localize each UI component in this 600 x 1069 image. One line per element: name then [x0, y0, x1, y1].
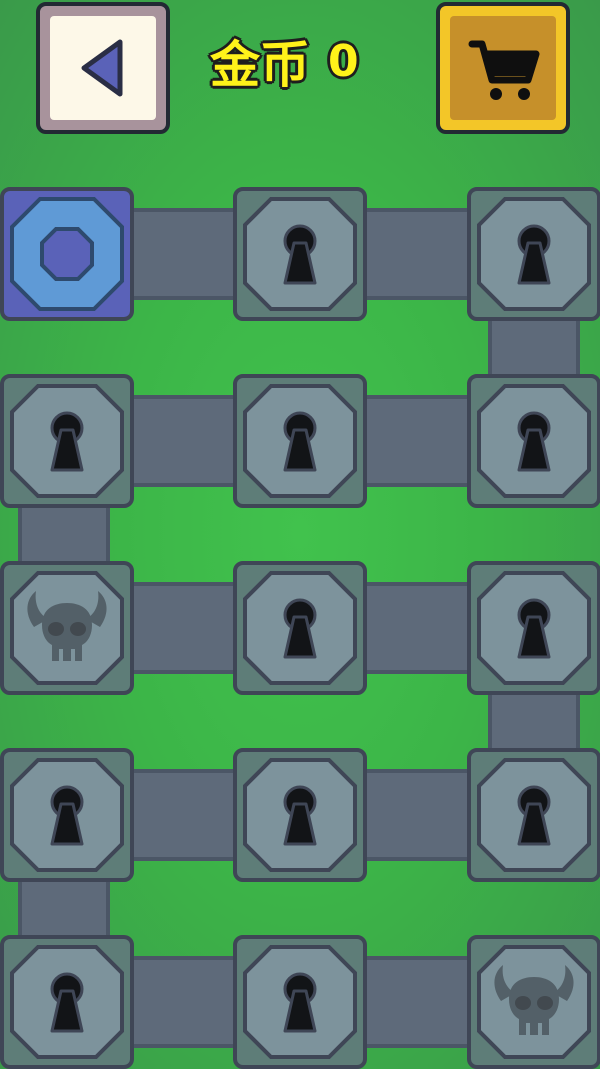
coin-value: 0 [328, 35, 359, 87]
path-segment [128, 395, 238, 487]
level-tile-boss[interactable] [467, 935, 600, 1069]
path-segment [362, 769, 472, 861]
level-tile-locked[interactable] [0, 935, 134, 1069]
level-tile-locked[interactable] [233, 374, 367, 508]
level-tile-locked[interactable] [467, 374, 600, 508]
level-tile-locked[interactable] [233, 187, 367, 321]
path-segment [362, 208, 472, 300]
back-button[interactable] [36, 2, 170, 134]
level-tile-locked[interactable] [233, 561, 367, 695]
level-tile-locked[interactable] [467, 561, 600, 695]
level-tile-locked[interactable] [467, 748, 600, 882]
path-segment [362, 395, 472, 487]
path-segment [362, 582, 472, 674]
back-arrow-icon [81, 39, 123, 97]
level-tile-locked[interactable] [233, 748, 367, 882]
level-tile-locked[interactable] [0, 374, 134, 508]
path-segment [362, 956, 472, 1048]
path-segment [128, 769, 238, 861]
level-tile-locked[interactable] [0, 748, 134, 882]
level-map [0, 0, 600, 1069]
top-bar: 金币 0 [0, 0, 600, 140]
level-tile-locked[interactable] [467, 187, 600, 321]
path-segment [18, 503, 110, 567]
coin-counter: 金币 0 [210, 26, 410, 96]
path-segment [488, 316, 580, 380]
path-segment [488, 690, 580, 754]
shop-button[interactable] [436, 2, 570, 134]
path-segment [128, 956, 238, 1048]
level-tile-boss[interactable] [0, 561, 134, 695]
shopping-cart-icon [468, 40, 540, 100]
coin-label: 金币 [210, 36, 310, 94]
level-tile-locked[interactable] [233, 935, 367, 1069]
path-segment [18, 877, 110, 941]
path-segment [128, 208, 238, 300]
path-segment [128, 582, 238, 674]
level-tile-current[interactable] [0, 187, 134, 321]
